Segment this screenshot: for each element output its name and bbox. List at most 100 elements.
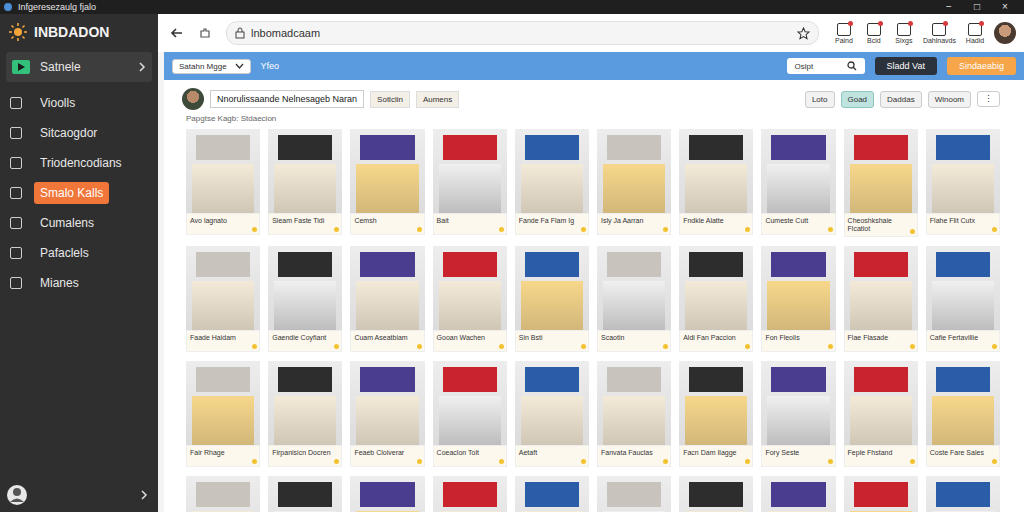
card-caption: Feple Fhstand xyxy=(844,445,918,467)
store-card[interactable]: Fory Seste xyxy=(761,361,835,467)
tool-button[interactable]: Hadid xyxy=(964,23,986,44)
store-card[interactable] xyxy=(350,476,424,512)
window-control[interactable]: □ xyxy=(966,0,988,14)
store-card[interactable]: Cumeste Cutt xyxy=(761,129,835,237)
store-card[interactable]: Faade Haidam xyxy=(186,246,260,352)
store-card[interactable] xyxy=(433,476,507,512)
coin-icon xyxy=(910,344,915,349)
store-card[interactable] xyxy=(926,476,1000,512)
store-card[interactable]: Fndkle Alatte xyxy=(679,129,753,237)
card-caption: Flahe Flit Cutx xyxy=(926,213,1000,235)
filter-chip[interactable]: Goad xyxy=(841,91,875,108)
store-card[interactable]: Cuam Aseatbiam xyxy=(350,246,424,352)
store-card[interactable]: Flae Flasade xyxy=(844,246,918,352)
card-caption: Bait xyxy=(433,213,507,235)
store-card[interactable]: Aetaft xyxy=(515,361,589,467)
puzzle-icon[interactable] xyxy=(198,26,212,40)
store-photo xyxy=(433,476,507,512)
coin-icon xyxy=(910,229,915,234)
card-caption: Isly Ja Aarran xyxy=(597,213,671,235)
app-icon xyxy=(4,3,12,11)
dropdown[interactable]: Satahn Mgge xyxy=(172,59,251,74)
filter-chip[interactable]: Winoom xyxy=(928,91,971,108)
sidebar-item[interactable]: Mianes xyxy=(0,268,158,298)
store-card[interactable]: Facn Dam Ilagge xyxy=(679,361,753,467)
sidebar-item[interactable]: Pafaclels xyxy=(0,238,158,268)
coin-icon xyxy=(581,459,586,464)
card-caption: Aldi Fan Paccion xyxy=(679,330,753,352)
coin-icon xyxy=(992,459,997,464)
main-panel: lnbomadcaam Paind Bcid Sixgs Dahlnavds Hadid S… xyxy=(158,14,1024,512)
content: Nnorulissaande Nelnesageb NaranSotlclinA… xyxy=(164,80,1024,512)
store-card[interactable]: Flahe Flit Cutx xyxy=(926,129,1000,237)
store-card[interactable]: Avo lagnato xyxy=(186,129,260,237)
card-caption: Sieam Faste Tidi xyxy=(268,213,342,235)
store-card[interactable]: Sieam Faste Tidi xyxy=(268,129,342,237)
sidebar-item[interactable]: Cumalens xyxy=(0,208,158,238)
filter-chip[interactable]: Loto xyxy=(805,91,835,108)
action-button[interactable]: Sotlclin xyxy=(370,91,410,108)
tool-button[interactable]: Paind xyxy=(833,23,855,44)
chevron-icon[interactable] xyxy=(140,490,148,500)
sidebar-item[interactable]: Triodencodians xyxy=(0,148,158,178)
store-card[interactable]: Scaotin xyxy=(597,246,671,352)
action-button[interactable]: Aumens xyxy=(416,91,459,108)
store-card[interactable] xyxy=(761,476,835,512)
sidebar-header[interactable]: Satnele xyxy=(6,52,152,82)
item-icon xyxy=(10,247,22,259)
store-card[interactable] xyxy=(844,476,918,512)
store-grid: Avo lagnato Sieam Faste Tidi Cemsh Bait … xyxy=(164,129,1024,512)
store-card[interactable]: Fair Rhage xyxy=(186,361,260,467)
store-card[interactable]: Bait xyxy=(433,129,507,237)
store-card[interactable] xyxy=(679,476,753,512)
store-card[interactable]: Feple Fhstand xyxy=(844,361,918,467)
window-control[interactable]: − xyxy=(938,0,960,14)
sidebar-item[interactable]: Vioolls xyxy=(0,88,158,118)
store-card[interactable]: Fon Fleolis xyxy=(761,246,835,352)
profile-avatar[interactable] xyxy=(994,22,1016,44)
store-photo xyxy=(515,246,589,330)
tool-button[interactable]: Sixgs xyxy=(893,23,915,44)
star-icon[interactable] xyxy=(797,27,810,40)
store-photo xyxy=(350,246,424,330)
store-card[interactable] xyxy=(186,476,260,512)
tool-icon xyxy=(968,23,982,36)
store-card[interactable]: Cheoshkshaie Flcatiot xyxy=(844,129,918,237)
store-card[interactable]: Fande Fa Flam Ig xyxy=(515,129,589,237)
store-card[interactable]: Feaeb Cloiverar xyxy=(350,361,424,467)
store-card[interactable]: Cemsh xyxy=(350,129,424,237)
store-photo xyxy=(926,361,1000,445)
store-card[interactable]: Gaendie Coyfiant xyxy=(268,246,342,352)
store-card[interactable]: Coeaclon Tolt xyxy=(433,361,507,467)
window-control[interactable]: × xyxy=(994,0,1016,14)
filter-button[interactable]: Sindaeabig xyxy=(947,57,1016,75)
user-icon[interactable] xyxy=(6,484,28,506)
store-card[interactable] xyxy=(597,476,671,512)
store-card[interactable]: Isly Ja Aarran xyxy=(597,129,671,237)
store-photo xyxy=(350,361,424,445)
tool-button[interactable]: Dahlnavds xyxy=(923,23,956,44)
coin-icon xyxy=(828,459,833,464)
filter-chip[interactable]: Daddas xyxy=(880,91,922,108)
item-icon xyxy=(10,127,22,139)
store-photo xyxy=(433,361,507,445)
filter-button[interactable]: Sladd Vat xyxy=(875,57,937,75)
sidebar-item[interactable]: Smalo Kalls xyxy=(0,178,158,208)
store-card[interactable]: Sin Bsti xyxy=(515,246,589,352)
more-button[interactable]: ⋮ xyxy=(977,91,1000,107)
store-card[interactable]: Coste Fare Sales xyxy=(926,361,1000,467)
card-caption: Firpanisicn Docren xyxy=(268,445,342,467)
store-card[interactable]: Gooan Wachen xyxy=(433,246,507,352)
sidebar-item[interactable]: Sitcaogdor xyxy=(0,118,158,148)
address-bar[interactable]: lnbomadcaam xyxy=(226,21,819,45)
coin-icon xyxy=(581,227,586,232)
store-card[interactable]: Fanvata Fauclas xyxy=(597,361,671,467)
store-card[interactable]: Cafie Fertavillie xyxy=(926,246,1000,352)
store-card[interactable] xyxy=(515,476,589,512)
store-card[interactable] xyxy=(268,476,342,512)
tool-button[interactable]: Bcid xyxy=(863,23,885,44)
search-field[interactable]: Oslpt xyxy=(787,58,865,74)
store-card[interactable]: Firpanisicn Docren xyxy=(268,361,342,467)
store-card[interactable]: Aldi Fan Paccion xyxy=(679,246,753,352)
back-arrow-icon[interactable] xyxy=(170,26,184,40)
